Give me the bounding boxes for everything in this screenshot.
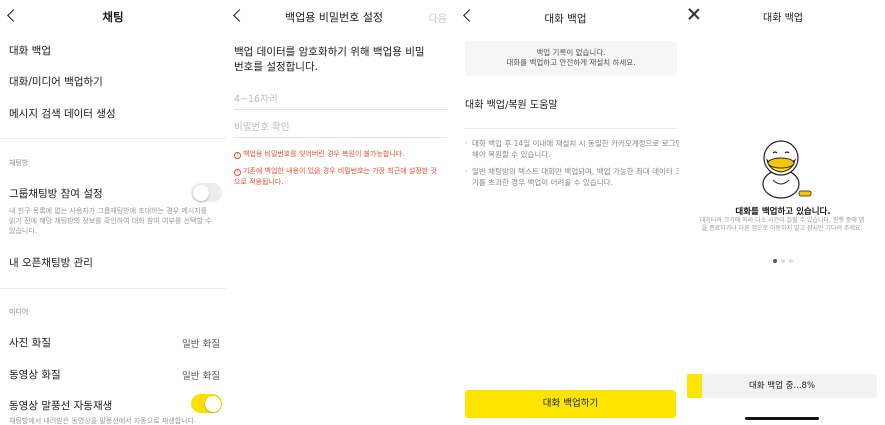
warning-forgot: ! 백업용 비밀번호를 잊어버린 경우 복원이 불가능합니다. (234, 149, 439, 160)
next-button[interactable]: 다음 (429, 10, 447, 25)
page-dot (773, 259, 777, 263)
toggle-knob (192, 184, 209, 201)
menu-item-media-backup[interactable]: 대화/미디어 백업하기 (9, 74, 103, 89)
backup-help-link[interactable]: 대화 백업/복원 도움말 (465, 96, 558, 111)
home-indicator (745, 417, 819, 420)
backup-status-hint: 대화를 백업하고 안전하게 재설치 하세요. (506, 58, 636, 67)
photo-quality-value[interactable]: 일반 화질 (182, 336, 220, 350)
divider (0, 138, 226, 139)
header: 대화 백업 (452, 0, 679, 34)
alert-icon: ! (234, 152, 241, 159)
backup-password-screen: 백업용 비밀번호 설정 다음 백업 데이터를 암호화하기 위해 백업용 비밀번호… (227, 0, 447, 425)
backup-progress-bar: 대화 백업 중...8% (687, 374, 877, 398)
mascot-illustration (762, 140, 812, 199)
page-indicator (681, 259, 885, 263)
backup-status-desc: 데이터의 크기에 따라 다소 시간이 걸릴 수 있습니다. 진행 중에 앱을 종… (699, 217, 865, 232)
video-quality-value[interactable]: 일반 화질 (182, 368, 220, 382)
menu-item-open-chat[interactable]: 내 오픈채팅방 관리 (9, 255, 93, 270)
divider (0, 288, 226, 289)
password-input[interactable]: 4~16자리 (234, 88, 447, 110)
video-autoplay-label: 동영상 말풍선 자동재생 (9, 400, 113, 412)
video-quality-label[interactable]: 동영상 화질 (9, 367, 61, 382)
group-invite-label: 그룹채팅방 참여 설정 (9, 188, 103, 200)
menu-item-chat-backup[interactable]: 대화 백업 (9, 43, 51, 58)
progress-text: 대화 백업 중...8% (748, 381, 816, 391)
warning-overwrite: ! 기존에 백업한 내용이 있을 경우 비밀번호는 가장 최근에 설정한 것으로 … (234, 166, 439, 188)
page-title: 백업용 비밀번호 설정 (284, 11, 384, 24)
backup-status-title: 대화를 백업하고 있습니다. (735, 207, 831, 217)
header: 대화 백업 (681, 0, 885, 34)
password-heading: 백업 데이터를 암호화하기 위해 백업용 비밀번호를 설정합니다. (234, 46, 425, 73)
backup-status-box: 백업 기록이 없습니다. 대화를 백업하고 안전하게 재설치 하세요. (465, 41, 677, 76)
alert-icon: ! (234, 169, 241, 176)
page-title: 대화 백업 (544, 13, 587, 25)
section-header-media: 미디어 (9, 308, 29, 316)
header: 채팅 (0, 0, 226, 34)
backup-progress-screen: 대화 백업 대화를 백업하고 있습니다. 데이터의 크기에 따라 다소 시간이 … (681, 0, 885, 425)
video-autoplay-toggle[interactable] (191, 394, 222, 413)
group-invite-description: 내 친구 목록에 없는 사용자가 그룹채팅방에 초대하는 경우 메시지를 읽기 … (9, 207, 212, 235)
warning-forgot-text: 백업용 비밀번호를 잊어버린 경우 복원이 불가능합니다. (243, 150, 405, 158)
video-autoplay-description: 채팅방에서 내려받은 동영상을 말풍선에서 자동으로 재생합니다. (9, 417, 197, 425)
header: 백업용 비밀번호 설정 다음 (227, 0, 447, 34)
chat-settings-screen: 채팅 대화 백업 대화/미디어 백업하기 메시지 검색 데이터 생성 채팅방 그… (0, 0, 226, 425)
divider (465, 128, 677, 129)
page-title: 채팅 (102, 10, 124, 24)
group-invite-toggle[interactable] (191, 183, 222, 202)
toggle-knob (204, 395, 221, 412)
page-dot (781, 259, 785, 263)
menu-item-search-data[interactable]: 메시지 검색 데이터 생성 (9, 106, 116, 121)
backup-status-line: 백업 기록이 없습니다. (536, 48, 606, 57)
section-header-chatroom: 채팅방 (9, 159, 29, 167)
chat-backup-screen: 대화 백업 백업 기록이 없습니다. 대화를 백업하고 안전하게 재설치 하세요… (452, 0, 679, 425)
photo-quality-label[interactable]: 사진 화질 (9, 335, 51, 350)
notice-item: 일반 채팅방의 텍스트 대화만 백업되며, 백업 가능한 최대 데이터 크기를 … (465, 167, 679, 188)
password-confirm-input[interactable]: 비밀번호 확인 (234, 116, 447, 138)
page-dot (789, 259, 793, 263)
warning-overwrite-text: 기존에 백업한 내용이 있을 경우 비밀번호는 가장 최근에 설정한 것으로 적… (234, 167, 437, 186)
start-backup-button[interactable]: 대화 백업하기 (465, 390, 676, 418)
page-title: 대화 백업 (763, 13, 803, 24)
notice-item: 대화 백업 후 14일 이내에 재설치 시 동일한 카카오계정으로 로그인해야 … (465, 139, 679, 160)
